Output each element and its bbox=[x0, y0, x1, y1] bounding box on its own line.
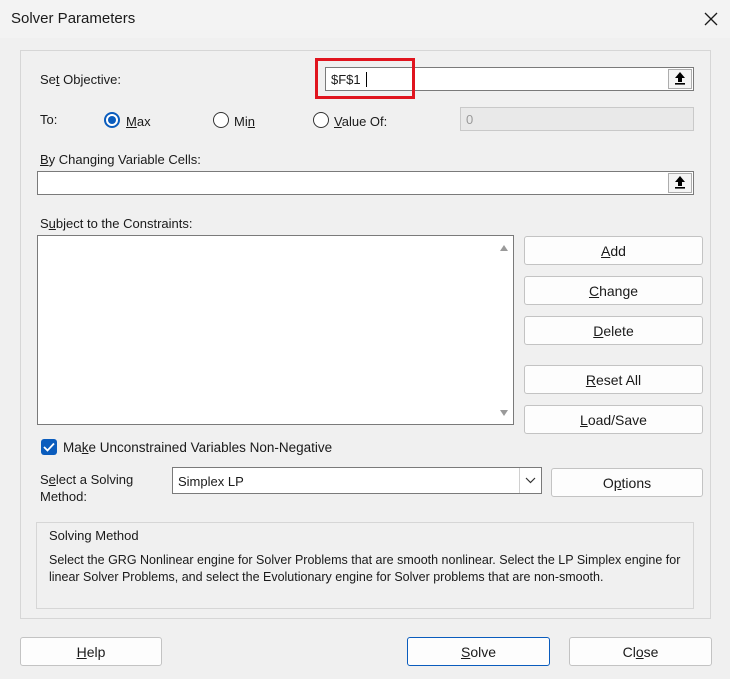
variable-cells-label: By Changing Variable Cells: bbox=[40, 152, 201, 167]
reset-all-button-label: Reset All bbox=[585, 371, 642, 388]
close-button[interactable]: Close bbox=[569, 637, 712, 666]
value-of-input[interactable]: 0 bbox=[460, 107, 694, 131]
min-radio[interactable] bbox=[213, 112, 229, 128]
value-of-label: Value Of: bbox=[334, 114, 388, 129]
add-button-label: Add bbox=[601, 242, 626, 259]
variable-cells-ref-button[interactable] bbox=[668, 173, 692, 193]
close-button-label: Close bbox=[622, 643, 659, 660]
objective-ref-button[interactable] bbox=[668, 69, 692, 89]
max-label: Max bbox=[126, 114, 151, 129]
delete-button-label: Delete bbox=[593, 322, 634, 339]
scroll-up-icon[interactable] bbox=[498, 242, 510, 254]
window-title: Solver Parameters bbox=[11, 10, 136, 27]
delete-button[interactable]: Delete bbox=[524, 316, 703, 345]
scroll-down-icon[interactable] bbox=[498, 407, 510, 419]
close-icon[interactable] bbox=[698, 6, 724, 32]
radio-dot bbox=[108, 116, 116, 124]
collapse-dialog-icon bbox=[674, 175, 686, 192]
min-label: Min bbox=[234, 114, 255, 129]
to-label: To: bbox=[40, 112, 58, 127]
chevron-down-icon[interactable] bbox=[519, 468, 541, 493]
reset-all-button[interactable]: Reset All bbox=[524, 365, 703, 394]
nonneg-label: Make Unconstrained Variables Non-Negativ… bbox=[63, 440, 333, 455]
set-objective-label: Set Objective: bbox=[40, 72, 121, 87]
checkmark-icon bbox=[43, 440, 55, 455]
nonneg-checkbox[interactable] bbox=[41, 439, 57, 455]
help-button[interactable]: Help bbox=[20, 637, 162, 666]
value-of-value: 0 bbox=[466, 112, 474, 127]
change-button[interactable]: Change bbox=[524, 276, 703, 305]
variable-cells-input[interactable] bbox=[37, 171, 694, 195]
change-button-label: Change bbox=[588, 282, 639, 299]
load-save-button[interactable]: Load/Save bbox=[524, 405, 703, 434]
method-label-line2: Method: bbox=[40, 489, 87, 504]
options-button-label: Options bbox=[602, 474, 652, 491]
constraints-list[interactable] bbox=[37, 235, 514, 425]
value-of-radio[interactable] bbox=[313, 112, 329, 128]
constraints-label: Subject to the Constraints: bbox=[40, 216, 193, 231]
load-save-button-label: Load/Save bbox=[580, 411, 647, 428]
method-select[interactable]: Simplex LP bbox=[172, 467, 542, 494]
solving-method-description: Select the GRG Nonlinear engine for Solv… bbox=[49, 553, 681, 584]
options-button[interactable]: Options bbox=[551, 468, 703, 497]
help-button-label: Help bbox=[76, 643, 106, 660]
solving-method-heading: Solving Method bbox=[49, 528, 139, 543]
solve-button-label: Solve bbox=[460, 643, 497, 660]
method-selected-value: Simplex LP bbox=[178, 474, 244, 489]
collapse-dialog-icon bbox=[674, 71, 686, 88]
add-button[interactable]: Add bbox=[524, 236, 703, 265]
max-radio[interactable] bbox=[104, 112, 120, 128]
solve-button[interactable]: Solve bbox=[407, 637, 550, 666]
objective-highlight bbox=[315, 58, 415, 99]
method-label-line1: Select a Solving bbox=[40, 472, 134, 487]
